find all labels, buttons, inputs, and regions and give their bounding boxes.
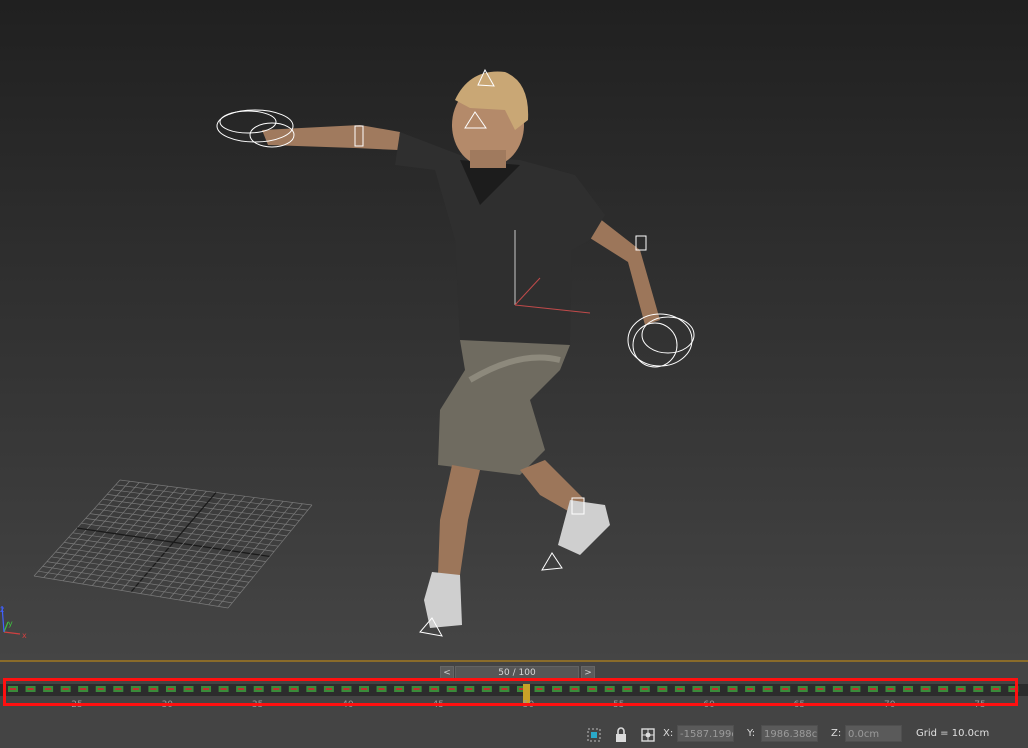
key-marker-inner [764,688,771,690]
key-marker-inner [45,688,52,690]
key-marker-inner [361,688,367,690]
track-tick-label: 70 [884,700,896,710]
key-marker-inner [782,688,789,690]
key-marker-inner [589,688,596,690]
key-marker-inner [115,688,122,690]
key-marker-inner [343,688,350,690]
key-marker-inner [712,688,718,690]
track-tick-label: 35 [252,700,263,710]
key-marker-inner [150,688,157,690]
key-marker-inner [308,688,315,690]
z-coord-field[interactable]: 0.0cm [845,725,902,742]
key-marker-inner [10,688,16,690]
key-marker-inner [799,688,806,690]
track-tick-label: 30 [162,700,174,710]
track-tick-label: 45 [432,700,443,710]
key-marker-inner [483,688,490,690]
track-tick-label: 50 [523,700,535,710]
key-marker-inner [80,688,87,690]
key-marker-inner [554,688,561,690]
key-marker-inner [852,688,859,690]
track-tick-label: 75 [974,700,985,710]
key-marker-inner [747,688,754,690]
home-grid [33,479,313,609]
lock-icon[interactable] [612,726,630,744]
key-marker-inner [1010,688,1017,690]
x-coord-label: X: [663,728,674,739]
track-tick-label: 40 [342,700,354,710]
key-marker-inner [220,688,227,690]
character-model[interactable] [262,71,660,628]
svg-text:z: z [0,605,4,614]
key-marker-inner [694,688,701,690]
status-bar: X: -1587.199c Y: 1986.388cr Z: 0.0cm Gri… [0,724,1028,748]
key-marker-inner [606,688,613,690]
absolute-mode-transform-icon[interactable] [639,726,657,744]
key-marker-inner [975,688,982,690]
key-marker-inner [729,688,736,690]
key-marker-inner [62,688,69,690]
svg-text:x: x [22,631,27,640]
track-tick-label: 25 [71,700,82,710]
key-marker-inner [132,688,139,690]
key-marker-inner [448,688,455,690]
prev-frame-button[interactable]: < [440,666,454,681]
track-tick-label: 55 [613,700,624,710]
view-axis-tripod: x y z [0,605,27,640]
key-marker-inner [624,688,631,690]
time-slider-thumb[interactable]: 50 / 100 [455,666,579,681]
key-marker-inner [466,688,473,690]
track-tick-label: 65 [794,700,805,710]
track-tick-label: 60 [703,700,715,710]
key-marker-inner [536,688,543,690]
key-marker-inner [659,688,666,690]
key-marker-inner [203,688,210,690]
key-marker-inner [676,688,683,690]
track-bar[interactable]: 25 30 35 40 45 50 55 60 65 70 75 [0,684,1028,710]
key-marker-inner [431,688,438,690]
key-marker-inner [905,688,912,690]
svg-text:y: y [8,619,13,628]
key-marker-inner [413,688,420,690]
key-marker-inner [887,688,894,690]
key-marker-inner [255,688,262,690]
key-marker-inner [378,688,385,690]
key-marker-inner [396,688,403,690]
perspective-viewport[interactable]: x y z [0,0,1028,660]
key-marker-inner [238,688,245,690]
viewport-scene: x y z [0,68,695,640]
key-marker-inner [273,688,280,690]
key-marker-inner [290,688,297,690]
key-marker-inner [325,688,332,690]
isolate-selection-icon[interactable] [585,726,603,744]
time-controls: < 50 / 100 > 25 30 35 40 45 50 55 60 65 70 75 X: -… [0,662,1028,748]
key-marker-inner [834,688,841,690]
key-marker-inner [27,688,34,690]
key-marker-inner [571,688,578,690]
y-coord-label: Y: [747,728,756,739]
key-marker-inner [97,688,104,690]
key-marker-inner [992,688,999,690]
y-coord-field[interactable]: 1986.388cr [761,725,818,742]
key-marker-inner [501,688,508,690]
key-marker-inner [957,688,964,690]
key-marker-inner [641,688,648,690]
next-frame-button[interactable]: > [581,666,595,681]
z-coord-label: Z: [831,728,842,739]
grid-size-label: Grid = 10.0cm [916,728,990,739]
key-marker-inner [922,688,929,690]
key-marker-inner [940,688,947,690]
track-bar-keys[interactable]: 25 30 35 40 45 50 55 60 65 70 75 [0,684,1028,714]
key-marker-inner [167,688,174,690]
time-slider[interactable]: < 50 / 100 > [0,662,1028,681]
key-marker-inner [869,688,876,690]
key-marker-inner [817,688,824,690]
x-coord-field[interactable]: -1587.199c [677,725,734,742]
key-marker-inner [185,688,192,690]
